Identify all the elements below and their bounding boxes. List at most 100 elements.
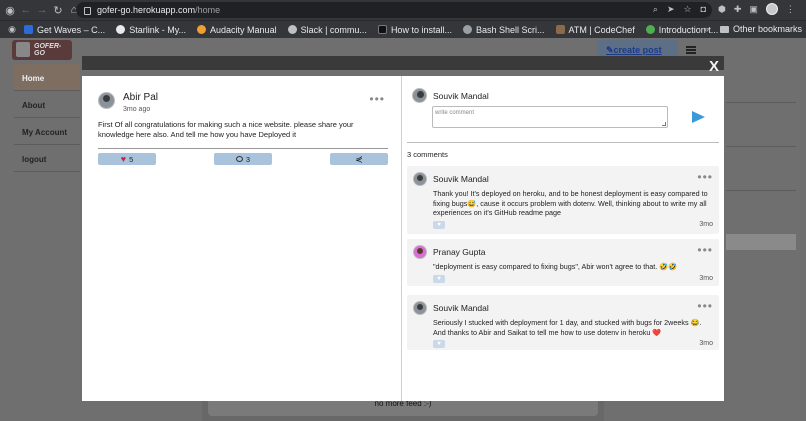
comment-count-label: 3 comments (407, 150, 448, 159)
send-icon[interactable] (692, 111, 705, 123)
post-author[interactable]: Abir Pal (123, 92, 158, 103)
browser-toolbar: ◉ ← → ↻ ⌂ gofer-go.herokuapp.com/home ⌕ … (0, 0, 806, 20)
nav-item-my-account[interactable]: My Account (14, 118, 80, 145)
bookmark-item[interactable]: ATM | CodeChef (555, 25, 635, 35)
comment-card: Souvik Mandal ••• Seriously I stucked wi… (407, 295, 719, 350)
comment-text: "deployment is easy compared to fixing b… (433, 262, 678, 271)
post-actions: ♥ 5 3 ⋞ (98, 153, 388, 165)
bash-icon (462, 25, 472, 34)
side-panel-item (726, 234, 796, 250)
hamburger-icon[interactable] (686, 46, 696, 54)
send-tab-icon[interactable]: ➤ (667, 4, 675, 15)
bookmarks-overflow[interactable]: » (704, 24, 709, 34)
post-time: 3mo ago (123, 106, 151, 113)
comments-pane: Souvik Mandal write comment 3 comments S… (402, 76, 724, 401)
composer-author: Souvik Mandal (433, 90, 489, 101)
bookmark-star-icon[interactable]: ☆ (683, 4, 691, 15)
nav-item-logout[interactable]: logout (14, 145, 80, 172)
bookmark-item[interactable]: Bash Shell Scri... (462, 25, 545, 35)
heart-icon: ♥ (120, 153, 127, 164)
more-options-icon[interactable]: ••• (697, 300, 713, 312)
url-host: gofer-go.herokuapp.com (97, 5, 196, 15)
divider (98, 148, 388, 149)
menu-kebab-icon[interactable]: ⋮ (786, 4, 795, 15)
forward-icon[interactable]: → (34, 4, 50, 16)
back-icon[interactable]: ← (18, 4, 34, 16)
divider (407, 142, 719, 143)
site-info-icon[interactable]: ◉ (2, 4, 18, 17)
like-heart-icon[interactable]: ♥ (433, 220, 445, 229)
side-nav: Home About My Account logout (14, 64, 80, 172)
globe-icon (287, 25, 297, 34)
bookmark-item[interactable]: Get Waves – C... (24, 25, 105, 35)
like-button[interactable]: ♥ 5 (98, 153, 156, 165)
edit-icon: ✎ (606, 45, 614, 55)
comment-time: 3mo (699, 220, 713, 228)
audacity-icon (197, 25, 207, 34)
composer-header: Souvik Mandal (412, 88, 719, 103)
starlink-icon (116, 25, 126, 34)
post-header: Abir Pal 3mo ago ••• (98, 92, 385, 113)
puzzle-icon[interactable]: ✚ (734, 4, 742, 15)
divider (726, 146, 796, 147)
like-heart-icon[interactable]: ♥ (433, 274, 445, 283)
post-modal: Abir Pal 3mo ago ••• First Of all congra… (82, 76, 724, 401)
comment-text: Thank you! It's deployed on heroku, and … (433, 189, 708, 217)
avatar[interactable] (413, 172, 427, 186)
share-icon: ⋞ (355, 153, 363, 164)
comment-time: 3mo (699, 274, 713, 282)
more-options-icon[interactable]: ••• (697, 244, 713, 256)
bookmarks-bar: ◉ Get Waves – C... Starlink - My... Auda… (0, 20, 806, 38)
resize-handle-icon[interactable] (662, 122, 666, 126)
comment-card: Souvik Mandal ••• Thank you! It's deploy… (407, 166, 719, 234)
extension-icon[interactable]: ⬢ (718, 4, 726, 15)
nav-item-home[interactable]: Home (14, 64, 80, 91)
comment-author[interactable]: Pranay Gupta (433, 247, 485, 257)
bookmark-item[interactable]: How to install... (377, 25, 452, 35)
sidebar-icon[interactable]: ▣ (749, 4, 758, 15)
avatar[interactable] (413, 301, 427, 315)
avatar[interactable] (412, 88, 427, 103)
divider (726, 190, 796, 191)
bookmark-item[interactable]: Audacity Manual (197, 25, 277, 35)
comment-time: 3mo (699, 340, 713, 347)
share-button[interactable]: ⋞ (330, 153, 388, 165)
dev-icon (377, 25, 387, 34)
address-bar[interactable]: gofer-go.herokuapp.com/home ⌕ ➤ ☆ ◘ (76, 2, 712, 18)
waves-icon (24, 25, 33, 34)
avatar[interactable] (98, 92, 115, 109)
shield-icon (645, 25, 655, 34)
comment-bubble-icon (235, 156, 243, 162)
codechef-icon (555, 25, 565, 34)
url-path: /home (195, 5, 221, 15)
post-body: First Of all congratulations for making … (98, 120, 354, 139)
bookmark-item[interactable]: Slack | commu... (287, 25, 367, 35)
bookmark-item[interactable]: Starlink - My... (116, 25, 186, 35)
more-options-icon[interactable]: ••• (697, 171, 713, 183)
more-options-icon[interactable]: ••• (369, 93, 385, 105)
comment-button[interactable]: 3 (214, 153, 272, 165)
other-bookmarks[interactable]: Other bookmarks (720, 24, 802, 34)
folder-icon (720, 25, 729, 33)
comment-text: Seriously I stucked with deployment for … (433, 318, 702, 337)
like-count: 5 (129, 154, 134, 164)
search-icon[interactable]: ⌕ (653, 4, 658, 15)
comment-author[interactable]: Souvik Mandal (433, 174, 489, 184)
post-pane: Abir Pal 3mo ago ••• First Of all congra… (82, 76, 402, 401)
site-logo[interactable]: GOFER-GO (12, 40, 72, 60)
reload-icon[interactable]: ↻ (50, 4, 66, 17)
comment-input[interactable]: write comment (432, 106, 668, 128)
avatar[interactable] (413, 245, 427, 259)
like-heart-icon[interactable]: ♥ (433, 340, 445, 348)
profile-avatar-icon[interactable] (765, 3, 778, 15)
lock-icon (84, 7, 91, 15)
modal-header-bar (82, 56, 724, 70)
translate-icon[interactable]: ◘ (701, 4, 706, 15)
divider (726, 102, 796, 103)
apps-icon[interactable]: ◉ (6, 24, 18, 35)
comment-author[interactable]: Souvik Mandal (433, 303, 489, 313)
nav-item-about[interactable]: About (14, 91, 80, 118)
logo-badge-icon (16, 42, 30, 57)
comment-count: 3 (245, 154, 251, 164)
close-icon[interactable]: X (709, 58, 719, 75)
